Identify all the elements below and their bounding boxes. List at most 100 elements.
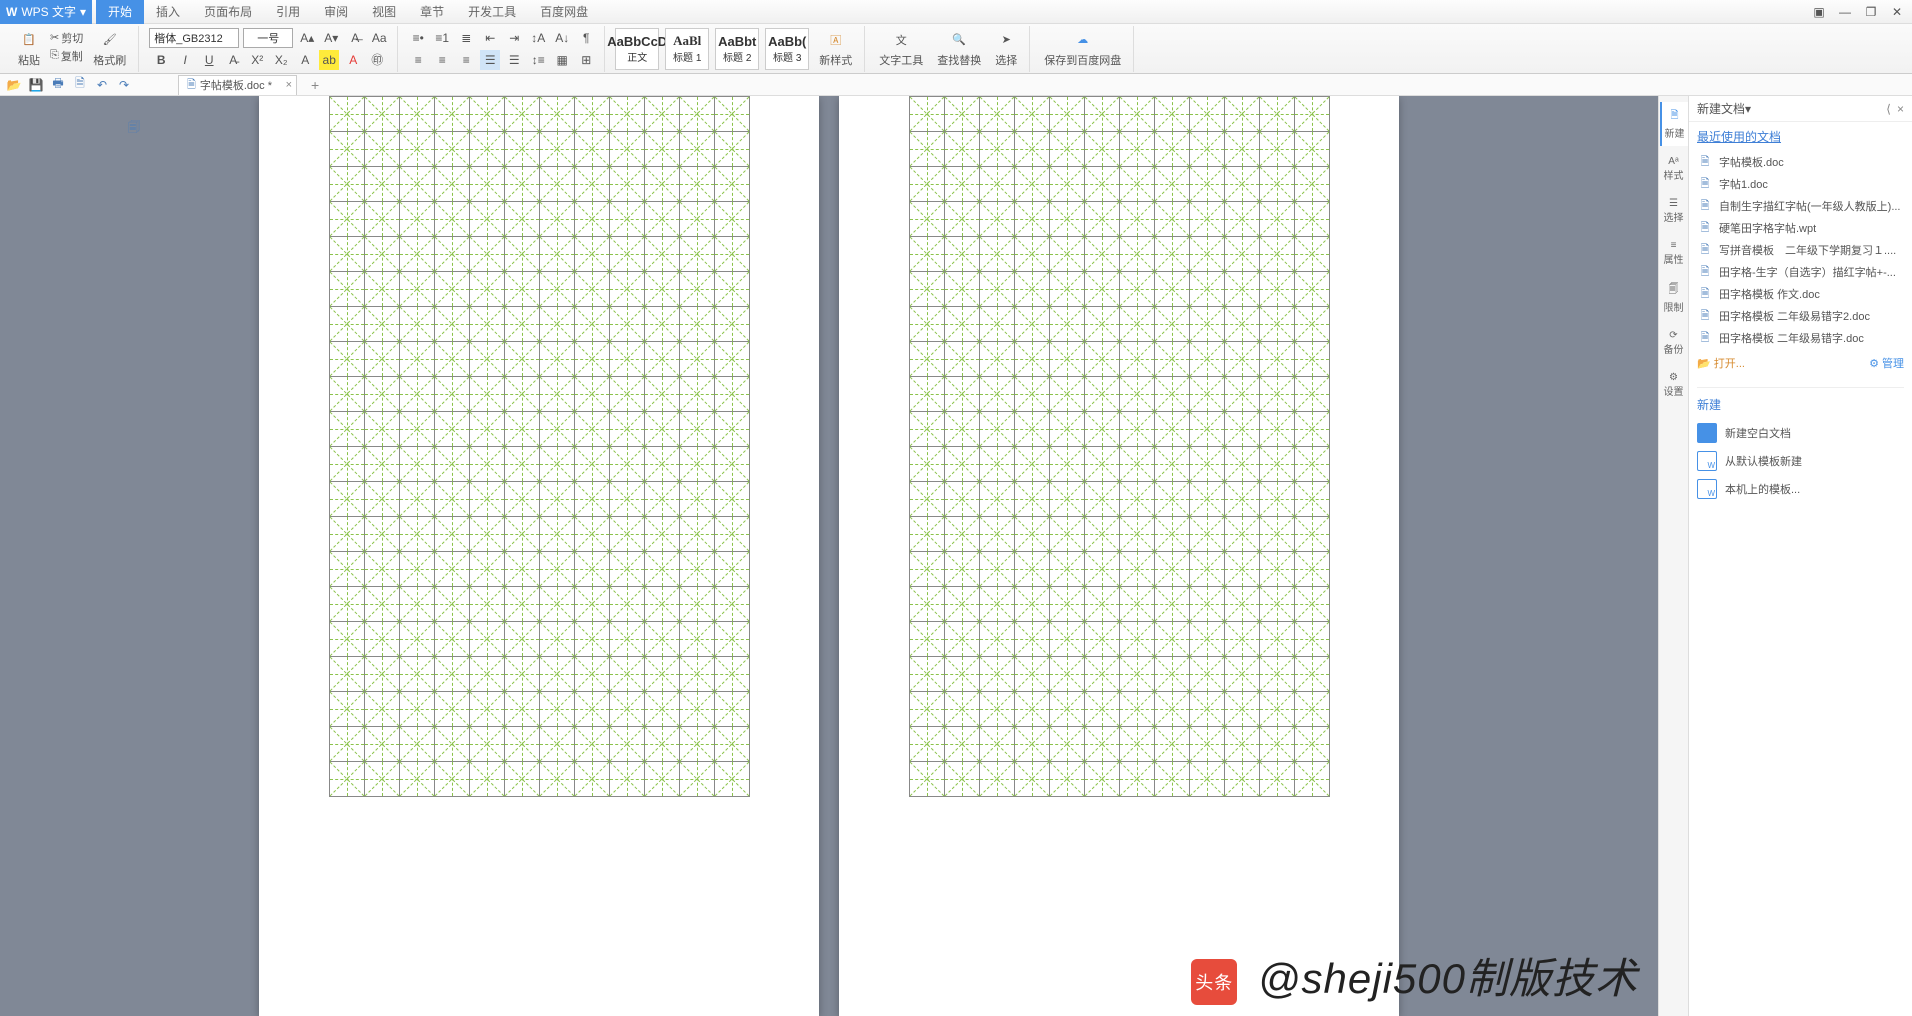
style-h2[interactable]: AaBbt标题 2	[715, 28, 759, 70]
align-dist-icon[interactable]: ☰	[504, 50, 524, 70]
recent-item[interactable]: 🗎字帖1.doc	[1697, 173, 1904, 195]
menu-tab-baidu[interactable]: 百度网盘	[528, 0, 600, 24]
grid-table-2	[909, 96, 1330, 797]
page-2	[839, 96, 1399, 1016]
underline-button[interactable]: U	[199, 50, 219, 70]
panel-close-icon[interactable]: ×	[1897, 102, 1904, 116]
menu-tab-review[interactable]: 审阅	[312, 0, 360, 24]
circle-text-icon[interactable]: ㊞	[367, 50, 387, 70]
align-left-icon[interactable]: ≡	[408, 50, 428, 70]
align-right-icon[interactable]: ≡	[456, 50, 476, 70]
copy-button[interactable]: ⎘复制	[50, 48, 83, 64]
close-icon[interactable]: ✕	[1888, 4, 1906, 20]
open-icon[interactable]: 📂	[6, 77, 22, 93]
outline-icon[interactable]: 🗐	[126, 120, 142, 136]
text-effect-icon[interactable]: A	[295, 50, 315, 70]
align-center-icon[interactable]: ≡	[432, 50, 452, 70]
bullets-icon[interactable]: ≡•	[408, 28, 428, 48]
panel-pin-icon[interactable]: ⟨	[1886, 102, 1891, 116]
minimize-icon[interactable]: —	[1836, 4, 1854, 20]
menu-tab-insert[interactable]: 插入	[144, 0, 192, 24]
document-area[interactable]: 🗐 @sheji500制版技术	[0, 96, 1658, 1016]
sort-icon[interactable]: A↓	[552, 28, 572, 48]
menu-tab-ref[interactable]: 引用	[264, 0, 312, 24]
save-icon[interactable]: 💾	[28, 77, 44, 93]
redo-icon[interactable]: ↷	[116, 77, 132, 93]
cut-button[interactable]: ✂剪切	[50, 30, 83, 46]
recent-item[interactable]: 🗎田字格模板 作文.doc	[1697, 283, 1904, 305]
sidetool-new[interactable]: 🗎新建	[1660, 102, 1688, 146]
maximize-icon[interactable]: ❐	[1862, 4, 1880, 20]
format-painter-button[interactable]: 🖌 格式刷	[89, 30, 130, 68]
watermark: @sheji500制版技术	[1191, 945, 1638, 1006]
recent-item[interactable]: 🗎田字格模板 二年级易错字2.doc	[1697, 305, 1904, 327]
menu-tab-layout[interactable]: 页面布局	[192, 0, 264, 24]
save-cloud-button[interactable]: ☁保存到百度网盘	[1040, 30, 1125, 68]
open-button[interactable]: 📂 打开...	[1697, 355, 1745, 371]
text-direction-icon[interactable]: ↕A	[528, 28, 548, 48]
menu-tab-view[interactable]: 视图	[360, 0, 408, 24]
new-local-template[interactable]: 本机上的模板...	[1697, 475, 1904, 503]
sidetool-backup[interactable]: ⟳备份	[1660, 324, 1688, 362]
app-dropdown-icon[interactable]: ▾	[80, 5, 86, 19]
font-size-select[interactable]: 一号	[243, 28, 293, 48]
new-tab-button[interactable]: +	[311, 77, 319, 93]
menu-tab-chapter[interactable]: 章节	[408, 0, 456, 24]
new-from-template[interactable]: 从默认模板新建	[1697, 447, 1904, 475]
recent-item[interactable]: 🗎硬笔田字格字帖.wpt	[1697, 217, 1904, 239]
sidetool-props[interactable]: ≡属性	[1660, 234, 1688, 272]
superscript-button[interactable]: X²	[247, 50, 267, 70]
recent-item[interactable]: 🗎自制生字描红字帖(一年级人教版上)...	[1697, 195, 1904, 217]
recent-item[interactable]: 🗎写拼音模板 二年级下学期复习１....	[1697, 239, 1904, 261]
doc-icon: 🗎	[1697, 198, 1713, 214]
style-h1[interactable]: AaBl标题 1	[665, 28, 709, 70]
clear-format-icon[interactable]: A̶	[345, 28, 365, 48]
font-name-select[interactable]: 楷体_GB2312	[149, 28, 239, 48]
borders-icon[interactable]: ⊞	[576, 50, 596, 70]
strike-button[interactable]: A̵	[223, 50, 243, 70]
document-tab[interactable]: 🗎 字帖模板.doc * ×	[178, 75, 297, 95]
new-style-button[interactable]: 🄰新样式	[815, 30, 856, 68]
find-replace-button[interactable]: 🔍查找替换	[933, 30, 985, 68]
style-h3[interactable]: AaBb(标题 3	[765, 28, 809, 70]
tab-close-icon[interactable]: ×	[286, 79, 292, 91]
select-button[interactable]: ➤选择	[991, 30, 1021, 68]
bold-button[interactable]: B	[151, 50, 171, 70]
indent-right-icon[interactable]: ⇥	[504, 28, 524, 48]
align-justify-icon[interactable]: ☰	[480, 50, 500, 70]
menu-tab-start[interactable]: 开始	[96, 0, 144, 24]
sidetool-limit[interactable]: 🗐限制	[1660, 276, 1688, 320]
sidetool-style[interactable]: Aᵃ样式	[1660, 150, 1688, 188]
preview-icon[interactable]: 🗎	[72, 77, 88, 93]
new-style-icon: 🄰	[826, 30, 846, 50]
italic-button[interactable]: I	[175, 50, 195, 70]
recent-item[interactable]: 🗎字帖模板.doc	[1697, 151, 1904, 173]
manage-button[interactable]: ⚙管理	[1869, 355, 1904, 371]
multilevel-icon[interactable]: ≣	[456, 28, 476, 48]
sidetool-settings[interactable]: ⚙设置	[1660, 366, 1688, 404]
recent-item[interactable]: 🗎田字格-生字（自选字）描红字帖+-...	[1697, 261, 1904, 283]
highlight-icon[interactable]: ab	[319, 50, 339, 70]
paste-button[interactable]: 📋 粘贴	[14, 30, 44, 68]
recent-title[interactable]: 最近使用的文档	[1697, 128, 1904, 145]
panel-dropdown-icon[interactable]: ▾	[1745, 102, 1751, 116]
change-case-icon[interactable]: Aa	[369, 28, 389, 48]
show-marks-icon[interactable]: ¶	[576, 28, 596, 48]
line-spacing-icon[interactable]: ↕≡	[528, 50, 548, 70]
text-tool-button[interactable]: 文文字工具	[875, 30, 927, 68]
ribbon-toggle-icon[interactable]: ▣	[1810, 4, 1828, 20]
font-grow-icon[interactable]: A▴	[297, 28, 317, 48]
sidetool-select[interactable]: ☰选择	[1660, 192, 1688, 230]
indent-left-icon[interactable]: ⇤	[480, 28, 500, 48]
undo-icon[interactable]: ↶	[94, 77, 110, 93]
menu-tab-dev[interactable]: 开发工具	[456, 0, 528, 24]
print-icon[interactable]: 🖶	[50, 77, 66, 93]
shading-icon[interactable]: ▦	[552, 50, 572, 70]
style-normal[interactable]: AaBbCcD正文	[615, 28, 659, 70]
font-shrink-icon[interactable]: A▾	[321, 28, 341, 48]
recent-item[interactable]: 🗎田字格模板 二年级易错字.doc	[1697, 327, 1904, 349]
numbering-icon[interactable]: ≡1	[432, 28, 452, 48]
font-color-icon[interactable]: A	[343, 50, 363, 70]
subscript-button[interactable]: X₂	[271, 50, 291, 70]
new-blank[interactable]: 新建空白文档	[1697, 419, 1904, 447]
